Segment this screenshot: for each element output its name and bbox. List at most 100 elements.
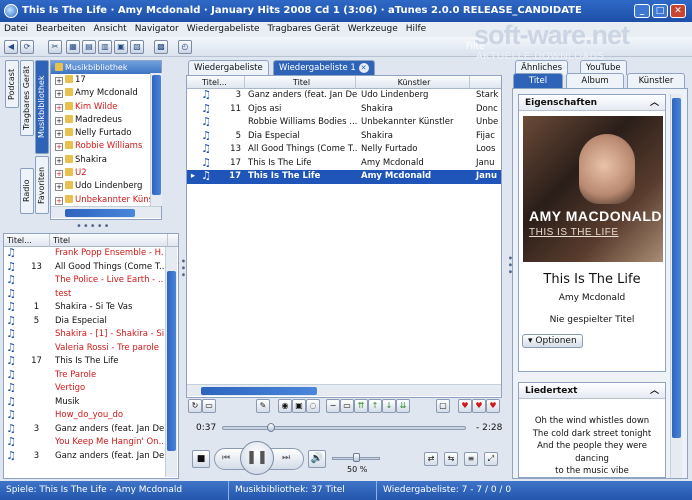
tab-wiedergabeliste-1[interactable]: Wiedergabeliste 1 ✕ <box>273 60 375 75</box>
collapse-icon[interactable]: ︿ <box>650 383 659 399</box>
minimize-icon[interactable]: _ <box>634 4 650 18</box>
fullscreen-icon[interactable]: ⤢ <box>484 452 498 466</box>
expand-icon[interactable]: + <box>55 196 63 205</box>
column-artist[interactable]: Künstler <box>356 76 470 89</box>
context-scrollbar[interactable] <box>670 94 682 478</box>
volume-thumb[interactable] <box>353 453 360 462</box>
library-item[interactable]: + Robbie Williams <box>51 140 161 153</box>
column-track-number[interactable]: Titel... <box>4 234 50 247</box>
mute-icon[interactable]: 🔊 <box>308 450 326 468</box>
table-row[interactable]: ♫ Musik <box>4 396 178 410</box>
table-row[interactable]: ♫ 1 Shakira - Si Te Vas <box>4 301 178 315</box>
add-files-icon[interactable]: ↻ <box>188 399 202 413</box>
table-row[interactable]: ♫ Vertigo <box>4 382 178 396</box>
previous-icon[interactable]: ⏮ <box>222 453 230 463</box>
close-tab-icon[interactable]: ✕ <box>358 63 369 73</box>
tab-favoriten[interactable]: Favoriten <box>35 156 49 214</box>
table-row[interactable]: ♫ Shakira - [1] - Shakira - Si ... <box>4 328 178 342</box>
playlist-row[interactable]: ♫ 5 Dia Especial Shakira Fijac <box>187 130 501 144</box>
move-top-icon[interactable]: ⇈ <box>354 399 368 413</box>
menu-hilfe[interactable]: Hilfe <box>402 22 430 37</box>
expand-icon[interactable]: + <box>55 156 63 165</box>
expand-icon[interactable]: + <box>55 77 63 85</box>
tab-radio[interactable]: Radio <box>20 168 34 214</box>
table-row[interactable]: ♫ 3 Ganz anders (feat. Jan Del... <box>4 450 178 464</box>
lyrics-header[interactable]: Liedertext ︿ <box>519 383 665 399</box>
menu-werkzeuge[interactable]: Werkzeuge <box>344 22 402 37</box>
library-item[interactable]: + Shakira <box>51 154 161 167</box>
table-row[interactable]: ♫ 5 Dia Especial <box>4 315 178 329</box>
move-bottom-icon[interactable]: ⇊ <box>396 399 410 413</box>
table-row[interactable]: ♫ Frank Popp Ensemble - H... <box>4 247 178 261</box>
tab-album[interactable]: Album <box>566 73 624 88</box>
device-icon[interactable]: ▩ <box>154 40 168 54</box>
menu-bearbeiten[interactable]: Bearbeiten <box>32 22 89 37</box>
playlist-row[interactable]: ♫ 11 Ojos asi Shakira Donc <box>187 103 501 117</box>
library-scrollbar[interactable] <box>150 73 162 206</box>
table-row[interactable]: ♫ Tre Parole <box>4 369 178 383</box>
back-icon[interactable]: ◀ <box>4 40 18 54</box>
shuffle-icon[interactable]: ⇆ <box>444 452 458 466</box>
library-hscrollbar[interactable] <box>51 206 161 218</box>
move-down-icon[interactable]: ↓ <box>382 399 396 413</box>
library-item[interactable]: + Kim Wilde <box>51 101 161 114</box>
tab-musikbibliothek[interactable]: Musikbibliothek <box>35 60 49 154</box>
table-row[interactable]: ♫ 17 This Is The Life <box>4 355 178 369</box>
navigator-scrollbar[interactable] <box>165 247 177 477</box>
tab-kuenstler[interactable]: Künstler <box>627 73 685 88</box>
expand-icon[interactable]: + <box>55 143 63 152</box>
properties-header[interactable]: Eigenschaften ︿ <box>519 95 665 111</box>
playlist-row[interactable]: ♫ 17 This Is The Life Amy Mcdonald Janu <box>187 157 501 171</box>
menu-navigator[interactable]: Navigator <box>131 22 183 37</box>
layout-2-icon[interactable]: ▤ <box>82 40 96 54</box>
library-item[interactable]: + Amy Mcdonald <box>51 87 161 100</box>
playlist-info-icon[interactable]: ◉ <box>278 399 292 413</box>
tab-podcast[interactable]: Podcast <box>5 60 19 108</box>
splitter-handle[interactable]: ••••• <box>76 221 111 232</box>
library-item[interactable]: + Nelly Furtado <box>51 127 161 140</box>
playlist-hscrollbar[interactable] <box>187 384 501 396</box>
table-row[interactable]: ♫ The Police - Live Earth - ... <box>4 274 178 288</box>
stats-icon[interactable]: ◴ <box>178 40 192 54</box>
table-row[interactable]: ♫ How_do_you_do <box>4 409 178 423</box>
crop-icon[interactable]: ▭ <box>340 399 354 413</box>
library-item[interactable]: + Madredeus <box>51 114 161 127</box>
playlist-row[interactable]: ♫ Robbie Williams Bodies ... Unbekannter K… <box>187 116 501 130</box>
column-title[interactable]: Titel <box>50 234 168 247</box>
library-item[interactable]: + U2 <box>51 167 161 180</box>
select-all-icon[interactable]: ▢ <box>436 399 450 413</box>
favorite-album-icon[interactable]: ♥ <box>472 399 486 413</box>
close-icon[interactable]: ✕ <box>670 4 686 18</box>
navigator-icon[interactable]: ▥ <box>98 40 112 54</box>
table-row[interactable]: ♫ Valeria Rossi - Tre parole <box>4 342 178 356</box>
favorite-song-icon[interactable]: ♥ <box>458 399 472 413</box>
library-item[interactable]: + Udo Lindenberg <box>51 180 161 193</box>
menu-ansicht[interactable]: Ansicht <box>89 22 130 37</box>
progress-track[interactable] <box>222 426 466 430</box>
context-icon[interactable]: ▧ <box>130 40 144 54</box>
playlist-row[interactable]: ▸ ♫ 17 This Is The Life Amy Mcdonald Janu <box>187 170 501 184</box>
menu-wiedergabeliste[interactable]: Wiedergabeliste <box>183 22 264 37</box>
column-title[interactable]: Titel <box>245 76 356 89</box>
library-root[interactable]: Musikbibliothek <box>51 61 161 74</box>
menu-datei[interactable]: Datei <box>0 22 32 37</box>
column-track-number[interactable]: Titel... <box>199 76 245 89</box>
expand-icon[interactable]: + <box>55 90 63 99</box>
maximize-icon[interactable]: □ <box>652 4 668 18</box>
move-up-icon[interactable]: ↑ <box>368 399 382 413</box>
table-row[interactable]: ♫ 3 Ganz anders (feat. Jan Del... <box>4 423 178 437</box>
library-item[interactable]: +17 <box>51 74 161 87</box>
table-row[interactable]: ♫ test <box>4 288 178 302</box>
play-pause-button[interactable]: ❚❚ <box>240 441 274 475</box>
tools-icon[interactable]: ✂ <box>48 40 62 54</box>
next-icon[interactable]: ⏭ <box>282 453 290 463</box>
repeat-icon[interactable]: ⇄ <box>424 452 438 466</box>
layout-1-icon[interactable]: ▦ <box>66 40 80 54</box>
expand-icon[interactable]: + <box>55 116 63 125</box>
favorite-artist-icon[interactable]: ♥ <box>486 399 500 413</box>
menu-tragbares-geraet[interactable]: Tragbares Gerät <box>264 22 344 37</box>
playlist-row[interactable]: ♫ 13 All Good Things (Come T...Nelly Furta… <box>187 143 501 157</box>
tab-tragbares-geraet[interactable]: Tragbares Gerät <box>20 60 34 136</box>
refresh-icon[interactable]: ⟳ <box>20 40 34 54</box>
playlist-row[interactable]: ♫ 3 Ganz anders (feat. Jan Del...Udo Linde… <box>187 89 501 103</box>
